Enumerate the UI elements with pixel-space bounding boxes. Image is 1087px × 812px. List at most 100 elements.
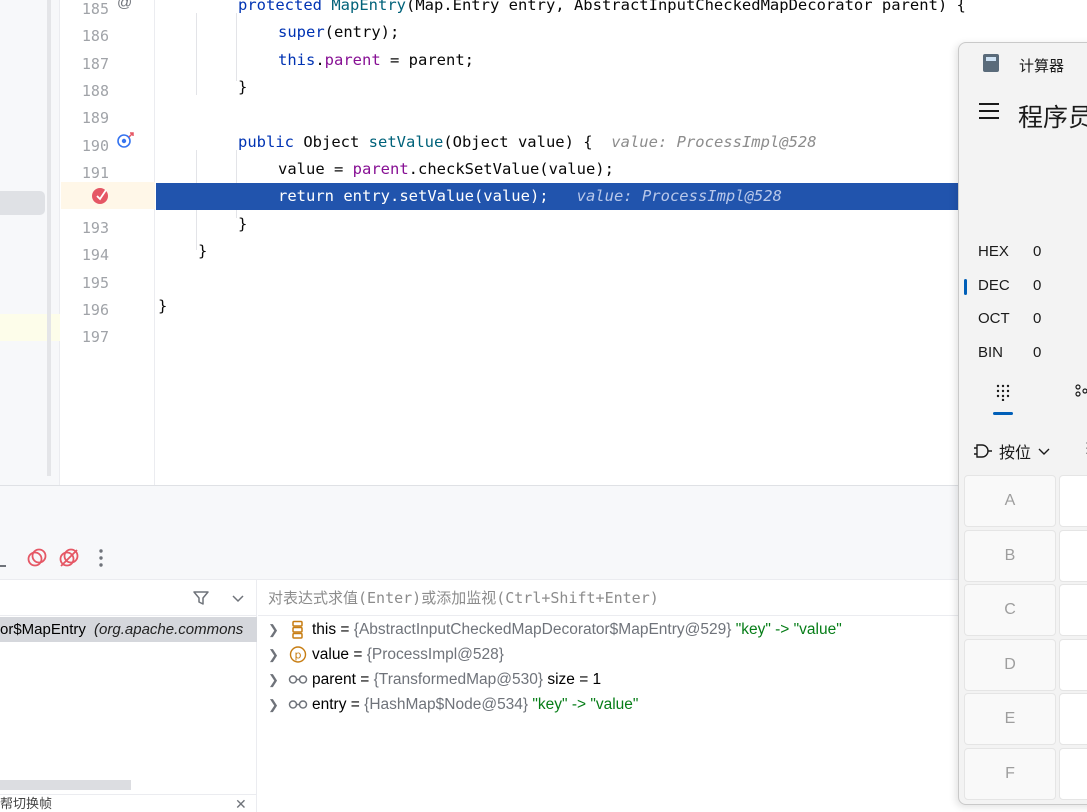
code-line[interactable]	[156, 320, 958, 347]
line-number: 188	[81, 82, 109, 100]
code-line[interactable]: value = parent.checkSetValue(value);	[156, 156, 958, 183]
chevron-right-icon[interactable]: ❯	[268, 617, 279, 642]
bit-toggle-keypad-icon[interactable]	[1074, 383, 1087, 406]
key-e[interactable]: E	[964, 693, 1056, 745]
view-breakpoints-icon[interactable]	[26, 547, 48, 569]
code-token: (entry);	[324, 23, 400, 41]
more-options-icon[interactable]	[90, 547, 112, 569]
code-line[interactable]: public Object setValue(Object value) { v…	[156, 129, 958, 156]
calculator-key[interactable]	[1059, 638, 1087, 691]
variable-extra: "key" -> "value"	[731, 621, 842, 638]
code-token: super	[278, 23, 325, 41]
radix-value: 0	[1033, 343, 1042, 361]
variable-eq: =	[346, 696, 365, 713]
calculator-key[interactable]	[1059, 475, 1087, 527]
toolbar-partial-icon[interactable]	[0, 549, 6, 567]
project-scrollbar[interactable]	[47, 0, 51, 476]
frames-hscrollbar[interactable]	[0, 780, 131, 790]
variable-ref: {ProcessImpl@528}	[366, 646, 504, 663]
variable-row[interactable]: ❯ entry = {HashMap$Node@534} "key" -> "va…	[258, 692, 958, 717]
inline-value-hint: value: ProcessImpl@528	[611, 133, 817, 151]
code-token: parent	[352, 160, 409, 178]
variable-ref: {AbstractInputCheckedMapDecorator$MapEnt…	[353, 621, 732, 638]
code-line[interactable]: super(entry);	[156, 19, 958, 46]
line-number: 197	[81, 328, 109, 346]
chevron-down-icon[interactable]	[231, 591, 245, 610]
project-panel-strip[interactable]	[0, 0, 60, 485]
frame-label: or$MapEntry	[0, 621, 86, 638]
hamburger-menu-icon[interactable]	[979, 103, 999, 119]
variable-text: parent = {TransformedMap@530} size = 1	[312, 667, 601, 692]
code-token: Object	[303, 133, 369, 151]
override-at-icon[interactable]: @	[117, 0, 132, 11]
calculator-title: 计算器	[1019, 58, 1065, 75]
calculator-key[interactable]	[1059, 584, 1087, 636]
key-a[interactable]: A	[964, 475, 1056, 527]
variable-row[interactable]: ❯ parent = {TransformedMap@530} size = 1	[258, 667, 958, 692]
variable-extra: size = 1	[543, 671, 602, 688]
calculator-key[interactable]	[1059, 747, 1087, 800]
radix-row-oct[interactable]: OCT 0	[959, 304, 1087, 334]
variable-eq: =	[336, 621, 354, 638]
code-line[interactable]: protected MapEntry(Map.Entry entry, Abst…	[156, 0, 966, 19]
editor-gutter[interactable]: 185186187188189190191192193194195196197 …	[61, 0, 155, 485]
mute-breakpoints-icon[interactable]	[58, 547, 80, 569]
code-editor[interactable]: protected MapEntry(Map.Entry entry, Abst…	[156, 0, 966, 485]
calculator-key[interactable]	[1059, 693, 1087, 745]
line-number: 186	[81, 27, 109, 45]
frames-header	[0, 580, 257, 616]
variable-name: parent	[312, 671, 356, 688]
debug-toolbar	[0, 536, 958, 580]
override-method-icon[interactable]	[116, 131, 136, 154]
code-token: setValue	[368, 133, 444, 151]
project-selected-item[interactable]	[0, 191, 45, 215]
code-token: }	[198, 242, 208, 260]
code-line[interactable]: this.parent = parent;	[156, 47, 958, 74]
key-d[interactable]: D	[964, 638, 1056, 691]
frames-panel: or$MapEntry (org.apache.commons 帮切换帧 ✕	[0, 580, 257, 812]
code-token: parent	[324, 51, 381, 69]
radix-row-dec[interactable]: DEC 0	[959, 271, 1087, 301]
code-line[interactable]: }	[156, 238, 958, 265]
code-token: value =	[278, 160, 353, 178]
filter-icon[interactable]	[192, 589, 210, 612]
radix-name: BIN	[978, 343, 1004, 361]
code-token: .checkSetValue(value);	[408, 160, 614, 178]
logic-gate-icon	[974, 444, 992, 458]
key-c[interactable]: C	[964, 584, 1056, 636]
chevron-right-icon[interactable]: ❯	[268, 642, 279, 667]
calculator-app-icon	[983, 54, 999, 72]
code-line[interactable]	[156, 266, 958, 293]
key-b[interactable]: B	[964, 529, 1056, 582]
calculator-key[interactable]	[1059, 529, 1087, 582]
code-token: MapEntry	[331, 0, 406, 14]
code-line[interactable]: }	[156, 211, 958, 238]
calculator-window: 计算器 程序员 HEX0DEC0OCT0BIN0 按位 ∃ ABCDEF	[958, 42, 1087, 805]
breakpoint-icon[interactable]	[91, 186, 111, 211]
key-f[interactable]: F	[964, 747, 1056, 800]
chevron-right-icon[interactable]: ❯	[268, 692, 279, 717]
variable-row[interactable]: ❯ p value = {ProcessImpl@528}	[258, 642, 958, 667]
variable-row[interactable]: ❯ this = {AbstractInputCheckedMapDecorato…	[258, 617, 958, 642]
code-line[interactable]	[156, 101, 958, 128]
code-line-execution-point[interactable]: return entry.setValue(value); value: Pro…	[156, 183, 958, 210]
chevron-right-icon[interactable]: ❯	[268, 667, 279, 692]
full-keypad-icon[interactable]	[995, 383, 1011, 406]
variable-text: this = {AbstractInputCheckedMapDecorator…	[312, 617, 842, 642]
calculator-mode-title: 程序员	[1018, 104, 1087, 132]
watch-placeholder: 对表达式求值(Enter)或添加监视(Ctrl+Shift+Enter)	[268, 589, 659, 607]
close-icon[interactable]: ✕	[235, 795, 247, 812]
line-number: 190	[81, 137, 109, 155]
watch-expression-input[interactable]: 对表达式求值(Enter)或添加监视(Ctrl+Shift+Enter)	[258, 580, 958, 616]
radix-row-bin[interactable]: BIN 0	[959, 338, 1087, 368]
radix-row-hex[interactable]: HEX 0	[959, 237, 1087, 267]
bitwise-label: 按位	[999, 445, 1032, 462]
project-highlight-item	[0, 314, 60, 341]
radix-value: 0	[1033, 276, 1042, 294]
code-line[interactable]: }	[156, 293, 958, 320]
bitwise-dropdown[interactable]: 按位	[973, 441, 1051, 462]
frame-item-selected[interactable]: or$MapEntry (org.apache.commons	[0, 617, 257, 642]
variable-extra: "key" -> "value"	[528, 696, 639, 713]
line-number: 191	[81, 164, 109, 182]
code-line[interactable]: }	[156, 74, 958, 101]
